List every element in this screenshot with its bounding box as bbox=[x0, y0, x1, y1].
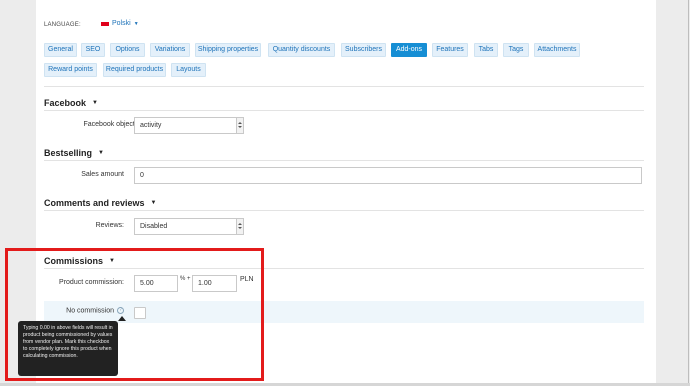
tab-shipping-properties[interactable]: Shipping properties bbox=[195, 43, 261, 57]
language-selector[interactable]: Polski ▼ bbox=[101, 20, 139, 27]
divider bbox=[44, 210, 644, 211]
comments-section-title: Comments and reviews bbox=[44, 198, 145, 208]
select-arrows-icon bbox=[236, 118, 243, 133]
poland-flag-icon bbox=[101, 21, 109, 26]
tab-seo[interactable]: SEO bbox=[81, 43, 105, 57]
chevron-down-icon: ▼ bbox=[98, 150, 104, 156]
tab-general[interactable]: General bbox=[44, 43, 77, 57]
sales-amount-input[interactable]: 0 bbox=[134, 167, 642, 184]
tab-variations[interactable]: Variations bbox=[150, 43, 190, 57]
select-arrows-icon bbox=[236, 219, 243, 234]
language-value: Polski bbox=[112, 20, 131, 27]
bestselling-section-title: Bestselling bbox=[44, 148, 93, 158]
facebook-object-type-select[interactable]: activity bbox=[134, 117, 244, 134]
language-label: LANGUAGE: bbox=[44, 22, 81, 28]
tab-tabs[interactable]: Tabs bbox=[474, 43, 498, 57]
window-edge bbox=[688, 0, 689, 386]
comments-section-header[interactable]: Comments and reviews ▼ bbox=[44, 198, 157, 208]
facebook-section-title: Facebook bbox=[44, 98, 87, 108]
highlight-box bbox=[5, 248, 264, 381]
chevron-down-icon: ▼ bbox=[92, 100, 98, 106]
sales-amount-label: Sales amount bbox=[81, 171, 124, 178]
bestselling-section-header[interactable]: Bestselling ▼ bbox=[44, 148, 104, 158]
reviews-label: Reviews: bbox=[95, 222, 124, 229]
chevron-down-icon: ▼ bbox=[133, 20, 139, 27]
tab-attachments[interactable]: Attachments bbox=[534, 43, 580, 57]
tab-reward-points[interactable]: Reward points bbox=[44, 63, 97, 77]
tab-options[interactable]: Options bbox=[110, 43, 145, 57]
tab-subscribers[interactable]: Subscribers bbox=[341, 43, 386, 57]
facebook-section-header[interactable]: Facebook ▼ bbox=[44, 98, 98, 108]
tab-add-ons[interactable]: Add-ons bbox=[391, 43, 427, 57]
divider bbox=[44, 110, 644, 111]
facebook-object-type-value: activity bbox=[140, 122, 162, 129]
tab-features[interactable]: Features bbox=[432, 43, 468, 57]
reviews-select[interactable]: Disabled bbox=[134, 218, 244, 235]
divider bbox=[44, 86, 644, 87]
tab-quantity-discounts[interactable]: Quantity discounts bbox=[268, 43, 335, 57]
chevron-down-icon: ▼ bbox=[150, 200, 157, 206]
divider bbox=[44, 160, 644, 161]
tab-tags[interactable]: Tags bbox=[503, 43, 529, 57]
tab-layouts[interactable]: Layouts bbox=[171, 63, 206, 77]
reviews-value: Disabled bbox=[140, 223, 168, 230]
tab-required-products[interactable]: Required products bbox=[103, 63, 166, 77]
